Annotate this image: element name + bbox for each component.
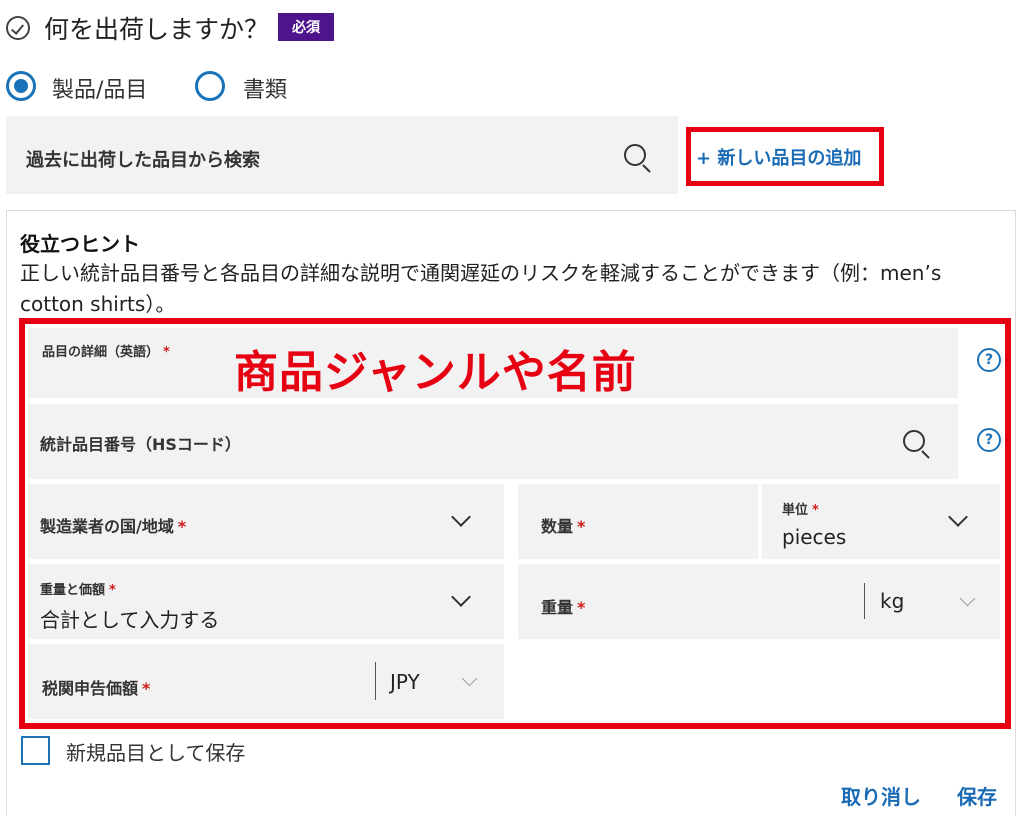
radio-label-documents: 書類 [243, 78, 288, 103]
item-search-placeholder: 過去に出荷した品目から検索 [26, 150, 260, 171]
add-new-item-link[interactable]: + 新しい品目の追加 [696, 144, 861, 170]
question-title: 何を出荷しますか？ [44, 15, 270, 44]
hint-body: 正しい統計品目番号と各品目の詳細な説明で通関遅延のリスクを軽減することができます… [20, 261, 942, 316]
hint-title: 役立つヒント [20, 232, 140, 256]
check-circle-icon [6, 16, 30, 40]
search-icon[interactable] [624, 144, 646, 166]
cancel-button[interactable]: 取り消し [841, 781, 921, 810]
save-new-item-label: 新規品目として保存 [66, 741, 246, 765]
radio-option-products[interactable]: 製品/品目 [6, 70, 156, 103]
radio-selected-icon[interactable] [6, 71, 36, 101]
radio-option-documents[interactable]: 書類 [195, 70, 295, 103]
annotation-highlight-box [19, 318, 1011, 729]
required-badge: 必須 [278, 13, 334, 41]
save-button[interactable]: 保存 [957, 781, 997, 810]
save-new-item-checkbox[interactable] [21, 736, 50, 765]
radio-label-products: 製品/品目 [52, 78, 148, 103]
radio-unselected-icon[interactable] [195, 71, 225, 101]
